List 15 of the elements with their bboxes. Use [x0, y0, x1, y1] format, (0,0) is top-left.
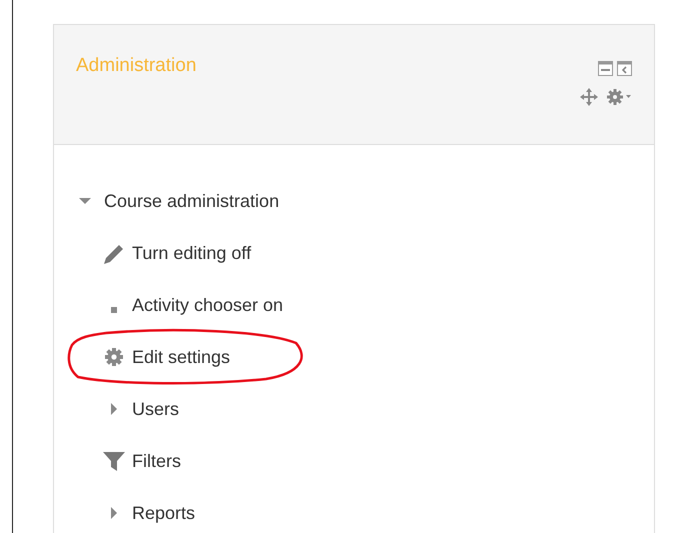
gear-menu-icon[interactable] — [606, 88, 632, 106]
block-title: Administration — [76, 55, 196, 78]
minimize-icon[interactable] — [598, 61, 613, 76]
tree-item[interactable]: Turn editing off — [132, 242, 252, 264]
tree-item[interactable]: Course administration — [104, 190, 280, 212]
gear-icon — [104, 347, 124, 367]
bullet-icon — [111, 307, 117, 313]
tree-item[interactable]: Edit settings — [132, 346, 230, 368]
filter-icon — [103, 450, 125, 472]
dock-icon[interactable] — [617, 61, 632, 76]
tree-item[interactable]: Users — [132, 398, 180, 420]
tree-item[interactable]: Activity chooser on — [132, 294, 284, 316]
tree-item[interactable]: Filters — [132, 450, 181, 472]
tree-item[interactable]: Reports — [132, 502, 196, 524]
move-icon[interactable] — [580, 88, 598, 106]
